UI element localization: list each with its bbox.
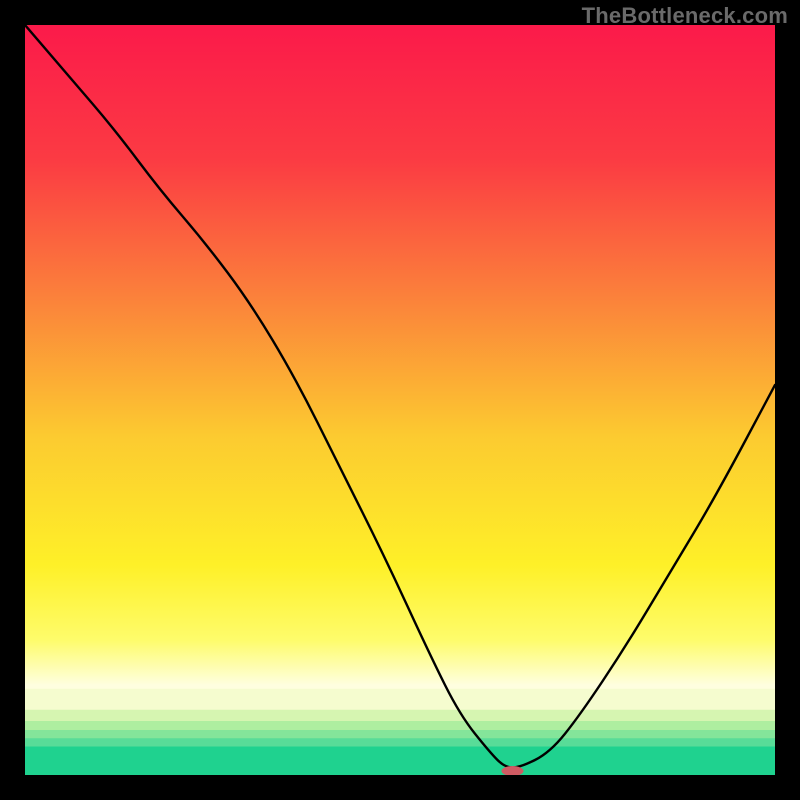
plot-area xyxy=(25,25,775,775)
chart-frame: TheBottleneck.com xyxy=(0,0,800,800)
background-layer xyxy=(25,25,775,775)
chart-svg xyxy=(25,25,775,775)
